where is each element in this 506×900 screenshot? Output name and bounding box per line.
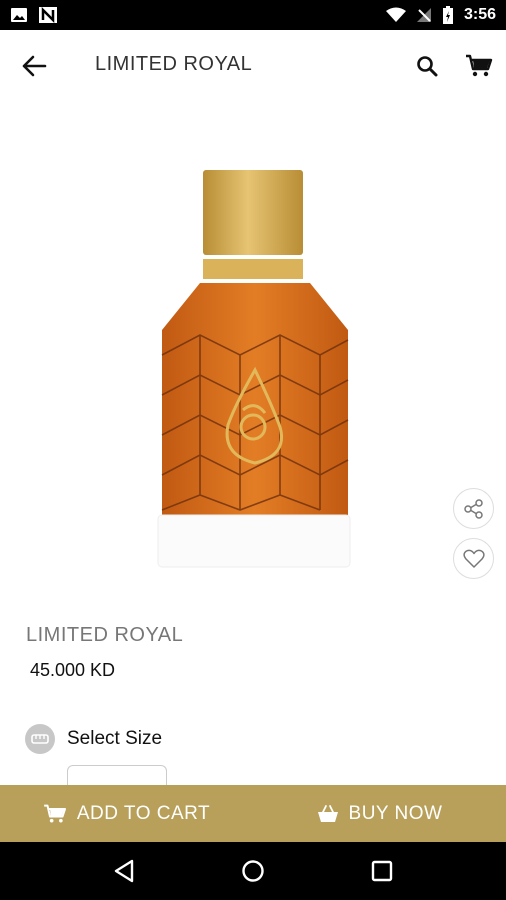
- size-label: Select Size: [67, 728, 163, 749]
- wishlist-button[interactable]: [453, 538, 494, 579]
- back-triangle-icon: [115, 859, 134, 883]
- status-right: 3:56: [385, 5, 496, 25]
- cart-icon: [44, 804, 66, 822]
- heart-icon: [462, 549, 485, 568]
- battery-charging-icon: [442, 6, 453, 24]
- status-time: 3:56: [463, 6, 496, 23]
- share-icon: [463, 498, 483, 519]
- status-left: [10, 6, 58, 24]
- search-icon: [417, 56, 438, 77]
- n-icon: [39, 6, 57, 24]
- wifi-icon: [385, 7, 406, 22]
- bottle-cap: [203, 170, 303, 255]
- cart-icon: [466, 54, 493, 77]
- app-bar: LIMITED ROYAL: [0, 30, 506, 100]
- page-title: LIMITED ROYAL: [95, 53, 253, 75]
- search-button[interactable]: [412, 51, 442, 81]
- bottle-base: [157, 514, 351, 568]
- ruler-icon: [31, 734, 49, 744]
- add-to-cart-button[interactable]: ADD TO CART: [0, 785, 253, 842]
- action-bar: ADD TO CART BUY NOW: [0, 785, 506, 842]
- nav-back-button[interactable]: [102, 849, 146, 893]
- buy-now-button[interactable]: BUY NOW: [253, 785, 506, 842]
- arrow-left-icon: [22, 55, 47, 77]
- product-name: LIMITED ROYAL: [26, 624, 184, 646]
- status-bar: 3:56: [0, 0, 506, 30]
- nav-recents-button[interactable]: [360, 849, 404, 893]
- buy-now-label: BUY NOW: [348, 802, 443, 824]
- size-icon: [25, 724, 55, 754]
- nav-home-button[interactable]: [231, 849, 275, 893]
- product-image: [157, 170, 351, 568]
- product-price: 45.000 KD: [30, 660, 116, 680]
- system-nav-bar: [0, 842, 506, 900]
- signal-off-icon: [416, 8, 431, 22]
- back-button[interactable]: [18, 50, 50, 82]
- recents-square-icon: [371, 860, 392, 882]
- share-button[interactable]: [453, 488, 494, 529]
- cart-button[interactable]: [463, 51, 495, 81]
- image-icon: [11, 8, 27, 22]
- add-to-cart-label: ADD TO CART: [76, 802, 211, 824]
- size-row: Select Size: [25, 724, 162, 754]
- basket-icon: [317, 804, 338, 822]
- home-circle-icon: [242, 860, 264, 882]
